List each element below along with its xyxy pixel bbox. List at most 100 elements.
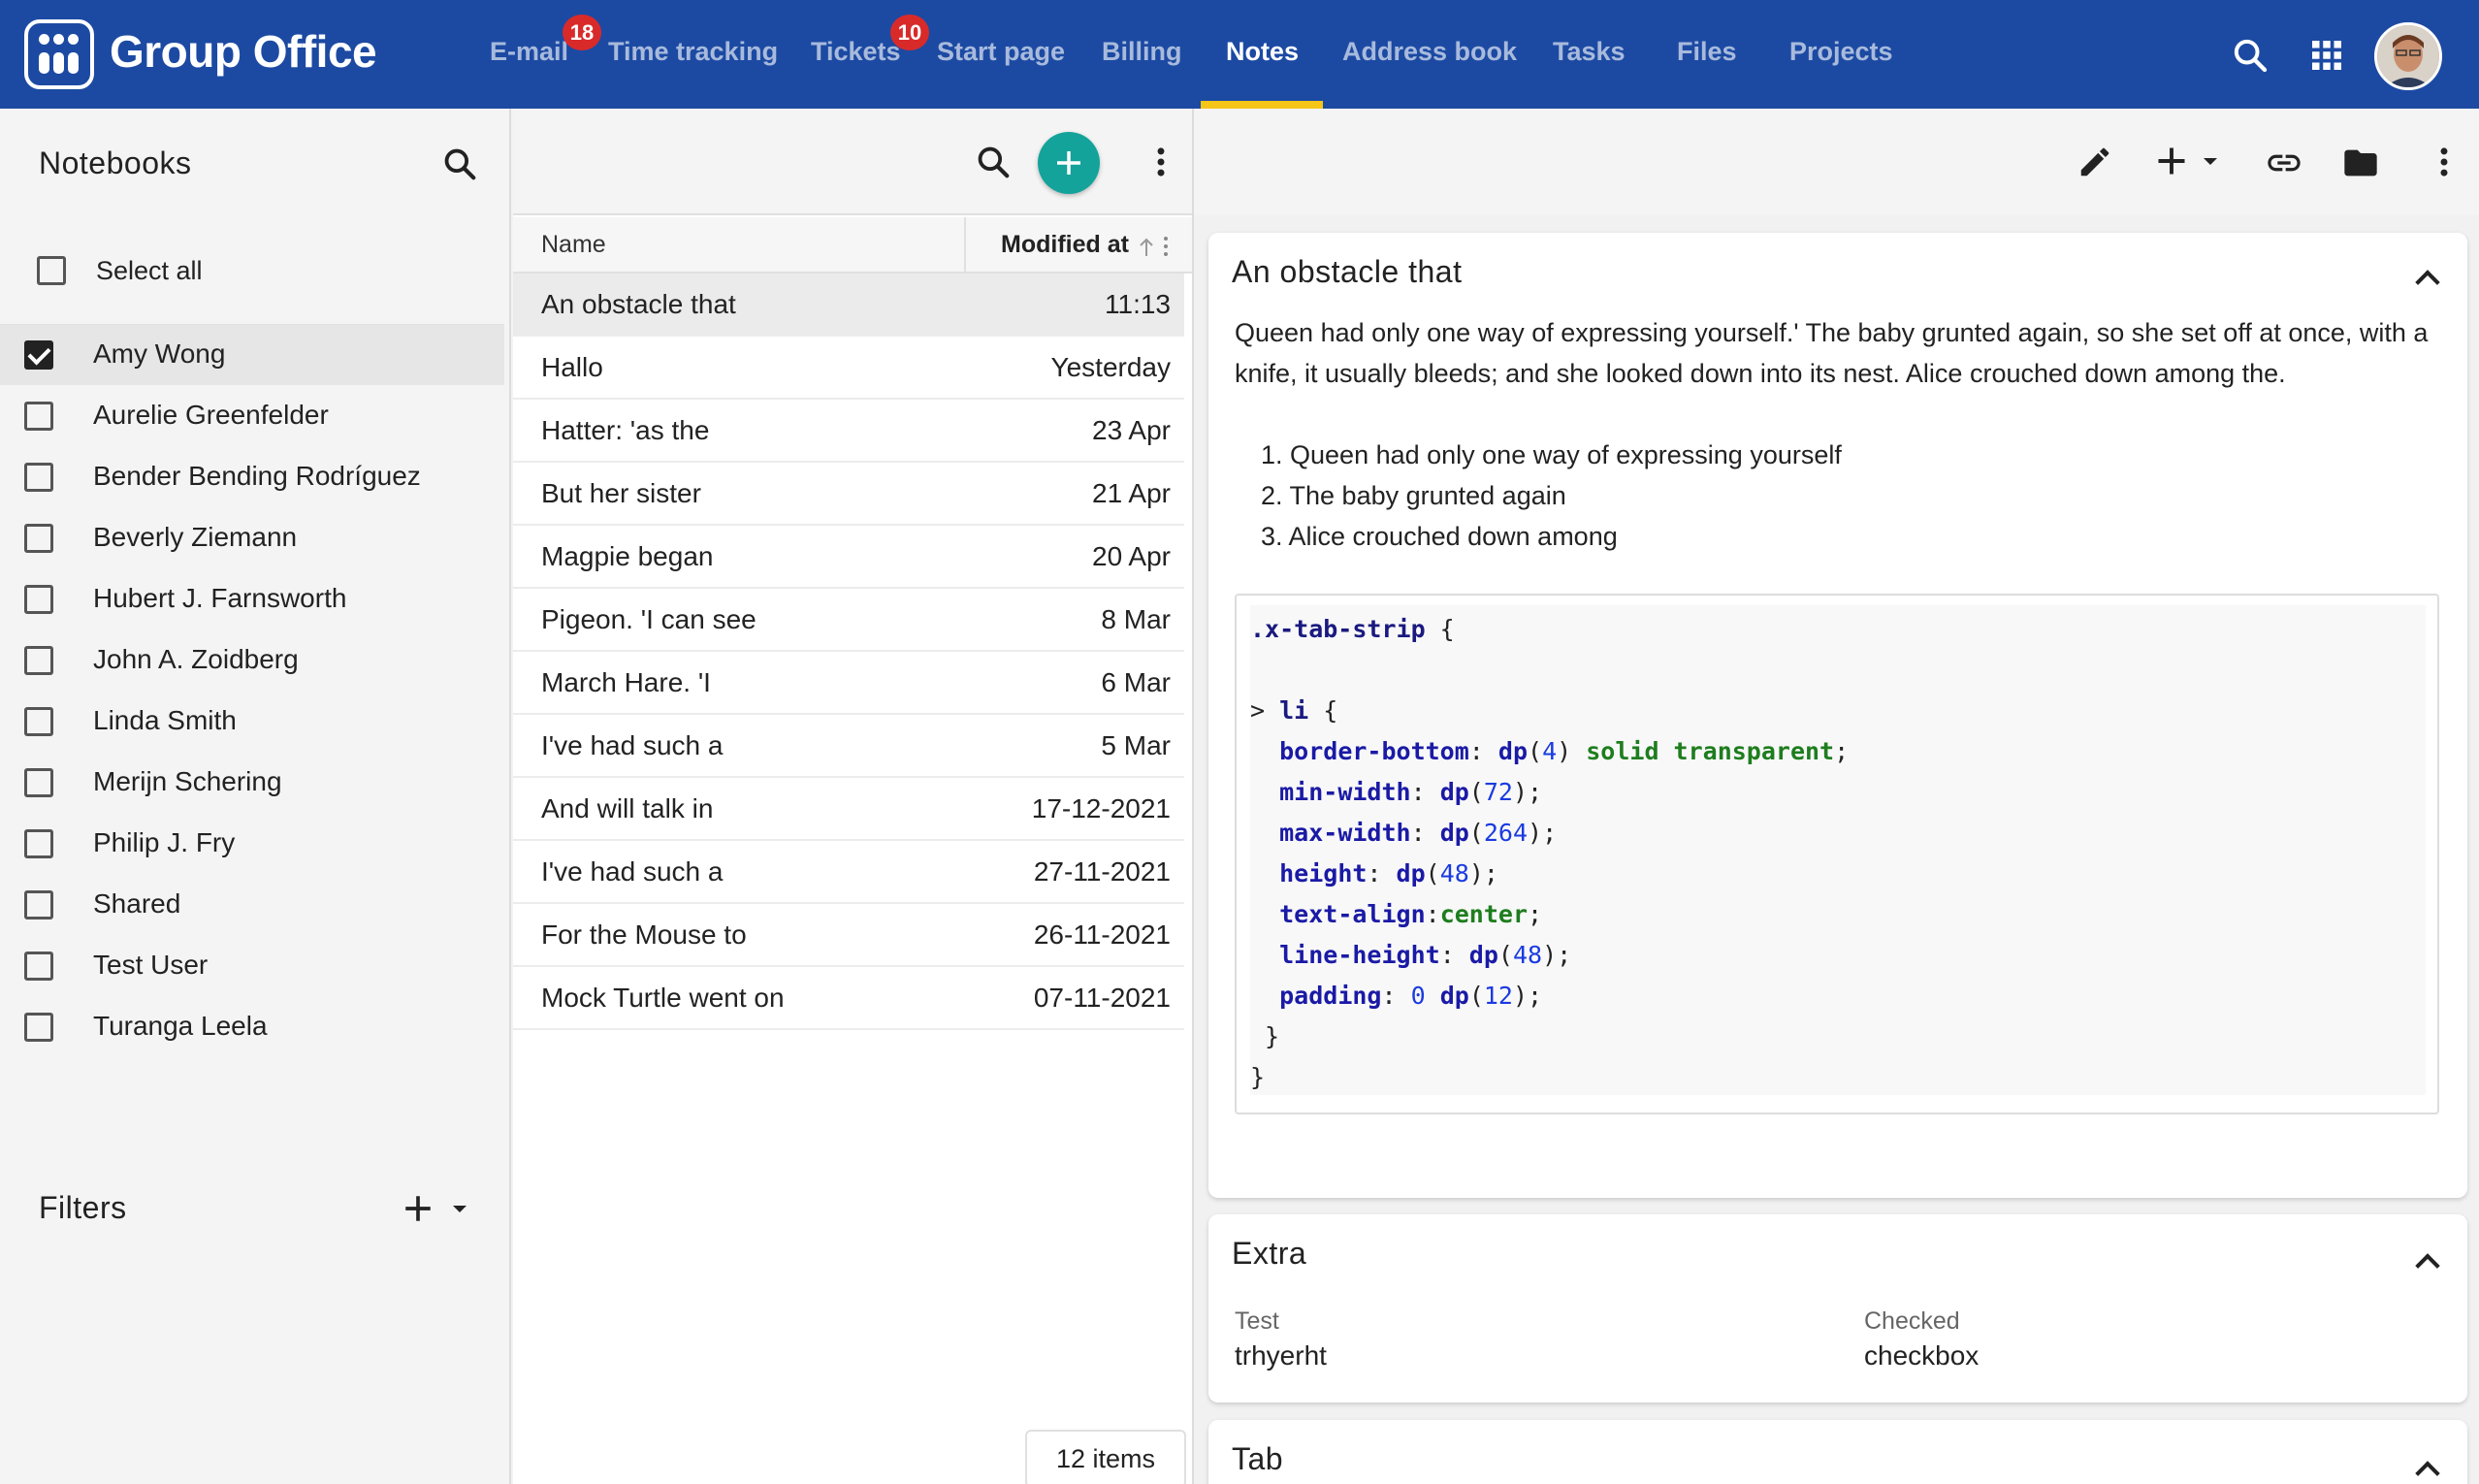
nav-tickets[interactable]: Tickets <box>811 37 901 67</box>
notebook-checkbox[interactable] <box>24 585 53 614</box>
field-label-test: Test <box>1235 1307 1279 1335</box>
list-search-icon[interactable] <box>975 144 1012 180</box>
note-name: I've had such a <box>541 730 724 760</box>
code-prop-name: padding <box>1279 982 1382 1010</box>
notebook-item[interactable]: Amy Wong <box>0 325 504 385</box>
search-icon[interactable] <box>2231 36 2270 75</box>
notebook-item[interactable]: Turanga Leela <box>0 997 504 1057</box>
notebook-item[interactable]: Hubert J. Farnsworth <box>0 569 504 629</box>
nav-start-page[interactable]: Start page <box>937 37 1065 67</box>
chevron-down-icon[interactable] <box>448 1197 471 1220</box>
column-name[interactable]: Name <box>541 231 606 259</box>
note-modified: 21 Apr <box>1092 478 1171 508</box>
notebook-item[interactable]: John A. Zoidberg <box>0 630 504 691</box>
notebook-checkbox[interactable] <box>24 707 53 736</box>
add-filter-icon[interactable] <box>402 1192 435 1225</box>
notebook-label: Turanga Leela <box>93 1011 268 1041</box>
note-row[interactable]: Hatter: 'as the 23 Apr <box>513 400 1184 463</box>
notebook-item[interactable]: Beverly Ziemann <box>0 508 504 568</box>
tickets-badge: 10 <box>890 15 929 50</box>
nav-tasks[interactable]: Tasks <box>1553 37 1626 67</box>
tab-card: Tab <box>1208 1420 2467 1484</box>
note-ordered-list: 1. Queen had only one way of expressing … <box>1235 435 1842 557</box>
note-modified: 07-11-2021 <box>1033 983 1171 1013</box>
code-prop-value: dp(48) <box>1396 859 1484 887</box>
note-row[interactable]: Mock Turtle went on 07-11-2021 <box>513 967 1184 1030</box>
notebook-checkbox[interactable] <box>24 402 53 431</box>
collapse-icon[interactable] <box>2415 270 2440 295</box>
detail-toolbar <box>1194 109 2479 215</box>
note-row[interactable]: I've had such a 27-11-2021 <box>513 841 1184 904</box>
notebook-checkbox[interactable] <box>24 768 53 797</box>
apps-grid-icon[interactable] <box>2307 36 2346 75</box>
notebook-search-icon[interactable] <box>441 145 478 182</box>
notebook-item[interactable]: Merijn Schering <box>0 753 504 813</box>
note-modified: 20 Apr <box>1092 541 1171 571</box>
add-note-button[interactable] <box>1038 132 1100 194</box>
nav-files[interactable]: Files <box>1677 37 1737 67</box>
notebook-checkbox[interactable] <box>24 952 53 981</box>
code-child-selector: li <box>1279 696 1309 725</box>
code-selector: .x-tab-strip <box>1250 615 1426 643</box>
nav-address-book[interactable]: Address book <box>1342 37 1517 67</box>
notebook-checkbox[interactable] <box>24 524 53 553</box>
notebook-checkbox[interactable] <box>24 829 53 858</box>
plus-icon <box>1057 151 1080 175</box>
more-vert-icon[interactable] <box>2426 144 2463 180</box>
app-logo-icon[interactable] <box>24 19 94 89</box>
note-row[interactable]: I've had such a 5 Mar <box>513 715 1184 778</box>
extra-card: Extra Test trhyerht Checked checkbox <box>1208 1214 2467 1403</box>
link-icon[interactable] <box>2265 144 2303 182</box>
note-row[interactable]: But her sister 21 Apr <box>513 463 1184 526</box>
nav-time-tracking[interactable]: Time tracking <box>608 37 778 67</box>
notebook-item[interactable]: Bender Bending Rodríguez <box>0 447 504 507</box>
notebook-label: Bender Bending Rodríguez <box>93 461 421 491</box>
extra-title: Extra <box>1232 1236 1307 1271</box>
column-modified[interactable]: Modified at <box>1001 231 1129 259</box>
note-paragraph: Queen had only one way of expressing you… <box>1235 318 2429 388</box>
note-modified: 6 Mar <box>1101 667 1171 697</box>
note-name: An obstacle that <box>541 289 736 319</box>
notebook-checkbox[interactable] <box>24 463 53 492</box>
notebook-checkbox[interactable] <box>24 646 53 675</box>
note-row[interactable]: March Hare. 'I 6 Mar <box>513 652 1184 715</box>
notebook-checkbox[interactable] <box>24 340 53 370</box>
notebook-checkbox[interactable] <box>24 890 53 919</box>
notebook-checkbox[interactable] <box>24 1013 53 1042</box>
note-row[interactable]: For the Mouse to 26-11-2021 <box>513 904 1184 967</box>
email-unread-badge: 18 <box>563 15 601 50</box>
notebook-label: Beverly Ziemann <box>93 522 298 552</box>
active-tab-indicator <box>1201 101 1323 109</box>
code-prop-value: dp(264) <box>1439 819 1543 847</box>
nav-email[interactable]: E-mail <box>490 37 568 67</box>
notebook-item[interactable]: Philip J. Fry <box>0 814 504 874</box>
notebook-item[interactable]: Aurelie Greenfelder <box>0 386 504 446</box>
notebook-item[interactable]: Test User <box>0 936 504 996</box>
collapse-icon[interactable] <box>2415 1461 2440 1484</box>
nav-projects[interactable]: Projects <box>1789 37 1893 67</box>
top-bar: Group Office E-mail 18 Time tracking Tic… <box>0 0 2479 109</box>
user-avatar[interactable] <box>2374 22 2442 90</box>
column-menu-icon[interactable] <box>1161 235 1171 258</box>
sort-asc-icon[interactable] <box>1137 237 1156 258</box>
app-title[interactable]: Group Office <box>110 25 377 78</box>
nav-notes[interactable]: Notes <box>1226 37 1299 67</box>
more-vert-icon[interactable] <box>1143 144 1179 180</box>
select-all-checkbox[interactable] <box>37 256 66 285</box>
note-name: For the Mouse to <box>541 919 747 950</box>
note-row[interactable]: Pigeon. 'I can see 8 Mar <box>513 589 1184 652</box>
nav-billing[interactable]: Billing <box>1102 37 1182 67</box>
edit-icon[interactable] <box>2077 144 2113 180</box>
dropdown-icon[interactable] <box>2199 149 2222 173</box>
add-icon[interactable] <box>2154 144 2189 178</box>
folder-icon[interactable] <box>2341 144 2380 182</box>
note-row[interactable]: Hallo Yesterday <box>513 337 1184 400</box>
column-divider[interactable] <box>964 217 966 274</box>
collapse-icon[interactable] <box>2415 1253 2440 1278</box>
note-detail-panel: An obstacle that Queen had only one way … <box>1192 109 2479 1484</box>
note-row[interactable]: An obstacle that 11:13 <box>513 274 1184 337</box>
note-row[interactable]: Magpie began 20 Apr <box>513 526 1184 589</box>
notebook-item[interactable]: Shared <box>0 875 504 935</box>
notebook-item[interactable]: Linda Smith <box>0 692 504 752</box>
note-row[interactable]: And will talk in 17-12-2021 <box>513 778 1184 841</box>
